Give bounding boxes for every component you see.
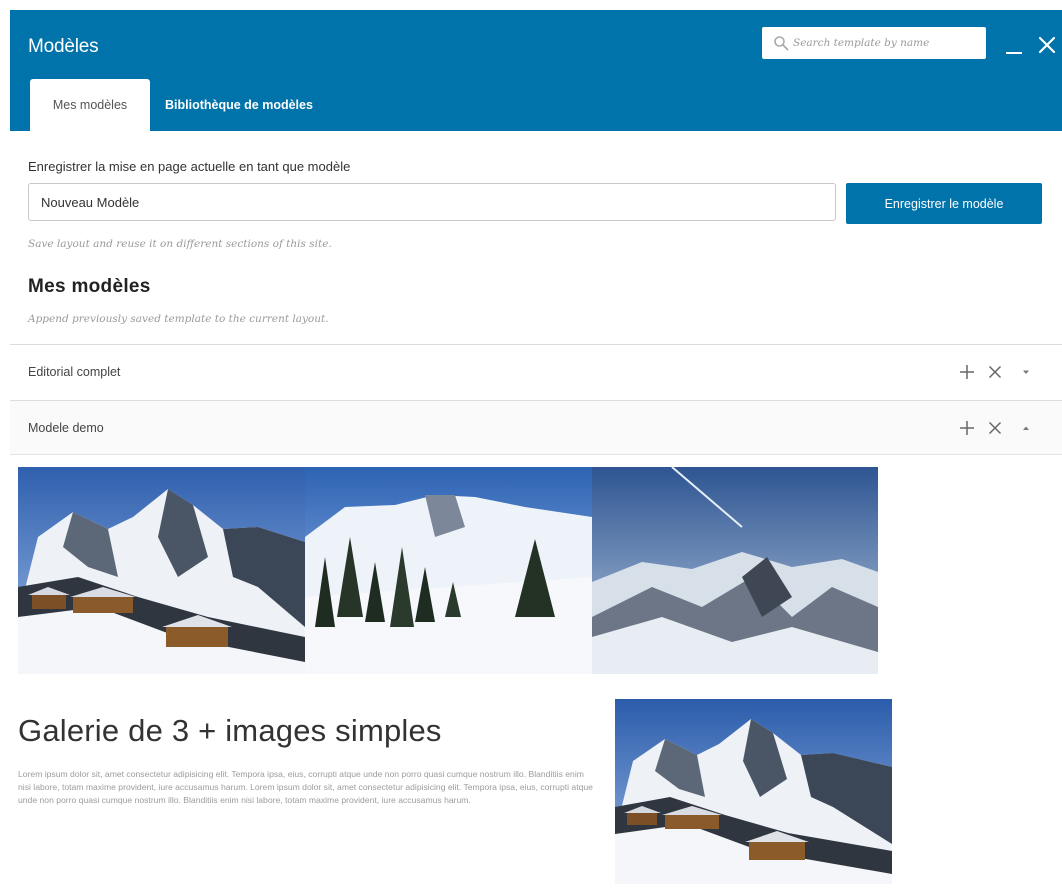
plus-icon[interactable] — [959, 364, 975, 380]
gallery-image-snowy-forest — [305, 467, 592, 674]
search-input[interactable] — [793, 27, 981, 59]
template-name[interactable]: Modele demo — [28, 421, 104, 435]
caret-down-icon[interactable] — [1018, 364, 1034, 380]
modal-title: Modèles — [28, 36, 99, 57]
close-icon[interactable] — [1038, 36, 1056, 54]
my-templates-help: Append previously saved template to the … — [28, 313, 329, 325]
preview-body-text: Lorem ipsum dolor sit, amet consectetur … — [18, 769, 593, 805]
template-name-input[interactable] — [28, 183, 836, 221]
plus-icon[interactable] — [959, 420, 975, 436]
template-preview: Galerie de 3 + images simples Lorem ipsu… — [10, 456, 906, 893]
x-icon[interactable] — [987, 420, 1003, 436]
gallery-image-mountain-chalets — [18, 467, 305, 674]
my-templates-title: Mes modèles — [28, 276, 151, 297]
preview-heading: Galerie de 3 + images simples — [18, 713, 442, 748]
template-row[interactable]: Editorial complet — [10, 344, 1062, 399]
minimize-icon[interactable] — [1006, 52, 1022, 54]
save-template-button[interactable]: Enregistrer le modèle — [846, 183, 1042, 224]
save-template-label: Enregistrer la mise en page actuelle en … — [28, 159, 351, 174]
tab-my-templates[interactable]: Mes modèles — [30, 79, 150, 131]
tab-template-library[interactable]: Bibliothèque de modèles — [162, 79, 362, 131]
gallery-image-alpine-panorama — [592, 467, 878, 674]
template-row[interactable]: Modele demo — [10, 400, 1062, 455]
search-icon — [774, 36, 789, 51]
preview-side-image — [615, 699, 892, 884]
save-help-text: Save layout and reuse it on different se… — [28, 238, 332, 250]
search-box[interactable] — [762, 27, 986, 59]
template-name[interactable]: Editorial complet — [28, 365, 120, 379]
caret-up-icon[interactable] — [1018, 420, 1034, 436]
x-icon[interactable] — [987, 364, 1003, 380]
modal-header: Modèles Mes modèles Bibliothèque de modè… — [10, 10, 1062, 131]
